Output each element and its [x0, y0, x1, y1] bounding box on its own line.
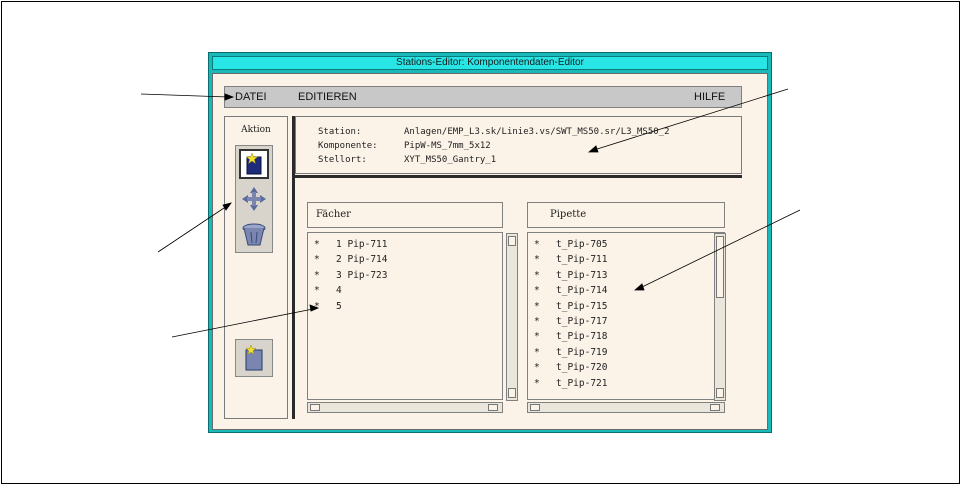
faecher-list[interactable]: * 1 Pip-711 * 2 Pip-714 * 3 Pip-723 * 4 * 5 — [307, 232, 518, 401]
pipette-vertical-scrollbar[interactable] — [714, 233, 726, 401]
faecher-item-label: 3 Pip-723 — [336, 269, 388, 281]
faecher-scroll-down[interactable] — [508, 388, 516, 398]
faecher-item-bullet: * — [314, 254, 320, 266]
faecher-scroll-up[interactable] — [508, 236, 516, 246]
faecher-item-label: 5 — [336, 300, 342, 312]
pipette-item-bullet: * — [534, 362, 540, 374]
component-info-panel: Station: Anlagen/EMP_L3.sk/Linie3.vs/SWT_… — [295, 116, 742, 174]
new-document-star-icon — [245, 152, 262, 175]
faecher-item-label: 4 — [336, 285, 342, 297]
stellort-label: Stellort: — [318, 155, 367, 165]
komponente-row: Komponente: PipW-MS_7mm_5x12 — [318, 139, 491, 153]
pipette-item-bullet: * — [534, 316, 540, 327]
pipette-item-label: t_Pip-705 — [556, 239, 608, 250]
pipette-scroll-right[interactable] — [710, 404, 720, 411]
horizontal-divider — [295, 175, 742, 178]
komponente-value: PipW-MS_7mm_5x12 — [404, 141, 491, 151]
pipette-item-label: t_Pip-715 — [556, 300, 608, 312]
stations-editor-window: Stations-Editor: Komponentendaten-Editor… — [208, 52, 772, 433]
faecher-item-bullet: * — [314, 239, 320, 250]
faecher-item-bullet: * — [314, 269, 320, 281]
pipette-scroll-left[interactable] — [530, 404, 540, 411]
window-title[interactable]: Stations-Editor: Komponentendaten-Editor — [212, 56, 768, 70]
menu-hilfe[interactable]: HILFE — [694, 91, 725, 104]
pipette-item-label: t_Pip-720 — [556, 362, 608, 374]
faecher-item-bullet: * — [314, 300, 320, 312]
faecher-item-label: 2 Pip-714 — [336, 254, 388, 266]
pipette-item-bullet: * — [534, 377, 540, 389]
faecher-vertical-scrollbar[interactable] — [506, 233, 518, 401]
aktion-tool-group — [235, 145, 273, 253]
pipette-item-bullet: * — [534, 285, 540, 297]
menu-bar: DATEI EDITIEREN HILFE — [224, 86, 742, 108]
komponente-label: Komponente: — [318, 141, 378, 151]
pipette-item-label: t_Pip-711 — [556, 254, 608, 266]
aktion-panel: Aktion — [224, 116, 288, 419]
faecher-header: Fächer — [307, 202, 503, 228]
pipette-item-bullet: * — [534, 331, 540, 343]
faecher-scroll-left[interactable] — [310, 404, 320, 411]
document-star-icon — [245, 344, 263, 371]
station-label: Station: — [318, 127, 362, 137]
trash-bin-icon — [242, 223, 266, 246]
pipette-panel: Pipette * t_Pip-705 * t_Pip-711 * t_Pip-713 * t… — [527, 202, 726, 416]
move-arrows-icon — [242, 187, 266, 211]
pipette-item-label: t_Pip-717 — [556, 316, 608, 327]
pipette-scroll-thumb[interactable] — [716, 236, 724, 298]
menu-editieren[interactable]: EDITIEREN — [298, 91, 357, 104]
new-component-button[interactable] — [239, 149, 269, 179]
pipette-item-label: t_Pip-719 — [556, 346, 608, 358]
pipette-list[interactable]: * t_Pip-705 * t_Pip-711 * t_Pip-713 * t_Pip-714… — [527, 232, 726, 401]
move-component-button[interactable] — [239, 184, 269, 214]
stellort-value: XYT_MS50_Gantry_1 — [404, 155, 497, 165]
pipette-item-bullet: * — [534, 254, 540, 266]
pipette-horizontal-scrollbar[interactable] — [527, 402, 725, 413]
pipette-item-label: t_Pip-714 — [556, 285, 608, 297]
pipette-item-bullet: * — [534, 239, 540, 250]
pipette-item-label: t_Pip-718 — [556, 331, 608, 343]
pipette-item-bullet: * — [534, 346, 540, 358]
faecher-item-bullet: * — [314, 285, 320, 297]
window-client-area: DATEI EDITIEREN HILFE Aktion Station: An… — [212, 73, 768, 430]
pipette-item-label: t_Pip-713 — [556, 269, 608, 281]
faecher-panel: Fächer * 1 Pip-711 * 2 Pip-714 * 3 Pip-723 * 4 *… — [307, 202, 518, 416]
pipette-scroll-down[interactable] — [716, 388, 724, 398]
faecher-scroll-right[interactable] — [488, 404, 498, 411]
aktion-label: Aktion — [241, 125, 271, 135]
pipette-item-bullet: * — [534, 300, 540, 312]
document-button[interactable] — [235, 339, 273, 377]
faecher-horizontal-scrollbar[interactable] — [307, 402, 503, 413]
faecher-item-label: 1 Pip-711 — [336, 239, 388, 250]
station-value: Anlagen/EMP_L3.sk/Linie3.vs/SWT_MS50.sr/… — [404, 127, 670, 137]
delete-component-button[interactable] — [239, 219, 269, 249]
station-row: Station: Anlagen/EMP_L3.sk/Linie3.vs/SWT_… — [318, 125, 670, 139]
pipette-header: Pipette — [527, 202, 725, 228]
pipette-item-bullet: * — [534, 269, 540, 281]
menu-datei[interactable]: DATEI — [235, 91, 267, 104]
pipette-item-label: t_Pip-721 — [556, 377, 608, 389]
stellort-row: Stellort: XYT_MS50_Gantry_1 — [318, 153, 496, 167]
